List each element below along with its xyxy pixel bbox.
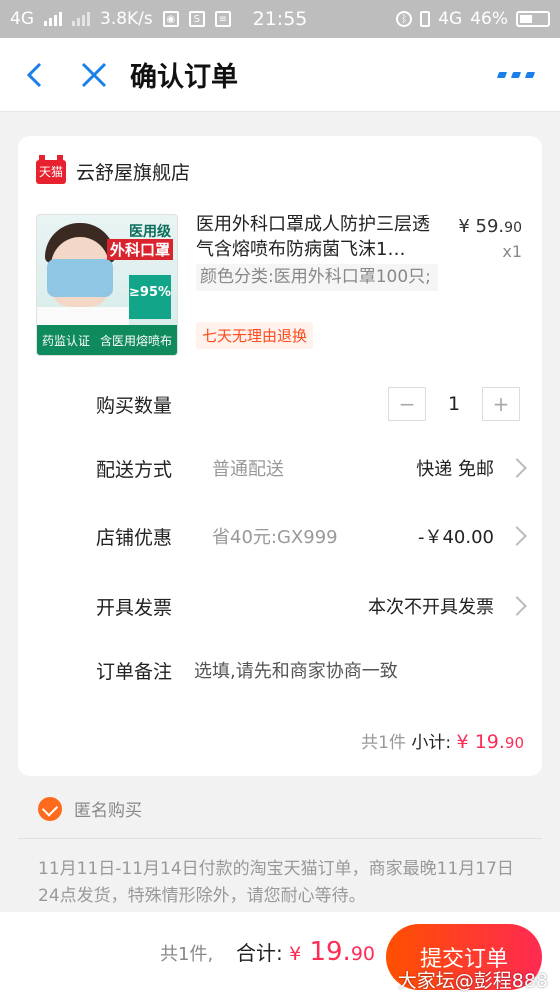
delivery-row[interactable]: 配送方式 普通配送 快递 免邮	[96, 448, 542, 488]
divider	[18, 838, 542, 839]
product-image[interactable]: 医用级 外科口罩 ≥95% 药监认证 含医用熔喷布	[36, 214, 178, 356]
watermark: 大家坛@彭程888	[397, 970, 548, 992]
image-label-grade: 医用级	[129, 224, 171, 240]
invoice-value: 本次不开具发票	[368, 597, 494, 618]
return-policy-tag: 七天无理由退换	[196, 322, 314, 349]
quantity-value[interactable]: 1	[426, 393, 482, 415]
total-count: 共1件,	[160, 944, 214, 965]
store-header[interactable]: 天猫 云舒屋旗舰店	[36, 154, 191, 185]
store-name: 云舒屋旗舰店	[76, 162, 191, 184]
total-price: ¥ 19.90	[289, 937, 375, 967]
close-icon[interactable]	[80, 61, 108, 89]
chevron-right-icon	[507, 526, 527, 546]
total-label: 合计:	[236, 941, 283, 965]
delivery-value: 快递 免邮	[416, 459, 494, 480]
coupon-code: 省40元:GX999	[212, 527, 338, 548]
subtotal-label: 小计:	[411, 733, 452, 753]
battery-icon	[516, 11, 550, 27]
delivery-label: 配送方式	[96, 458, 173, 481]
total-dec: 90	[350, 943, 376, 965]
image-label-bfe: ≥95%	[129, 275, 171, 319]
image-label-type: 外科口罩	[106, 239, 173, 260]
clock: 21:55	[252, 8, 308, 30]
status-bar: 4G 3.8K/s ◉ S ≡ 21:55 ᛒ 4G 46%	[0, 0, 560, 38]
subtotal: 共1件 小计: ¥ 19.90	[361, 728, 524, 753]
anonymous-purchase[interactable]: 匿名购买	[38, 796, 142, 821]
coupon-value: -￥40.00	[417, 527, 494, 548]
subtotal-price: ¥ 19.90	[457, 731, 524, 753]
product-quantity: x1	[502, 242, 522, 261]
anonymous-label: 匿名购买	[74, 801, 142, 821]
order-card: 天猫 云舒屋旗舰店 医用级 外科口罩 ≥95% 药监认证 含医用熔喷布 医用外科…	[18, 136, 542, 776]
coupon-label: 店铺优惠	[96, 526, 173, 549]
increase-button[interactable]: +	[482, 387, 520, 421]
price-dec: 90	[504, 220, 522, 236]
quantity-row: 购买数量 − 1 +	[96, 384, 542, 424]
quantity-stepper: − 1 +	[388, 387, 520, 421]
image-band-right: 含医用熔喷布	[99, 333, 172, 348]
image-band-left: 药监认证	[41, 333, 90, 348]
note-input[interactable]: 选填,请先和商家协商一致	[194, 657, 398, 683]
store-coupon-row[interactable]: 店铺优惠 省40元:GX999 -￥40.00	[96, 516, 542, 556]
subtotal-symbol: ¥	[456, 731, 469, 753]
chevron-right-icon	[507, 458, 527, 478]
total-int: 19.	[309, 937, 351, 967]
total: 合计: ¥ 19.90	[236, 937, 375, 967]
header: 确认订单	[0, 38, 560, 112]
decrease-button[interactable]: −	[388, 387, 426, 421]
more-icon[interactable]	[496, 72, 536, 78]
image-band: 药监认证 含医用熔喷布	[37, 325, 177, 355]
delivery-method: 普通配送	[212, 459, 284, 480]
invoice-row[interactable]: 开具发票 本次不开具发票	[96, 586, 542, 626]
price-symbol: ¥	[458, 216, 470, 237]
quantity-label: 购买数量	[96, 394, 173, 417]
tmall-logo: 天猫	[36, 154, 66, 184]
subtotal-int: 19.	[474, 731, 505, 753]
product-spec[interactable]: 颜色分类:医用外科口罩100只;	[196, 264, 438, 291]
total-symbol: ¥	[289, 943, 302, 965]
chevron-right-icon	[507, 596, 527, 616]
shipping-notice: 11月11日-11月14日付款的淘宝天猫订单，商家最晚11月17日24点发货，特…	[38, 859, 514, 906]
order-note-row: 订单备注 选填,请先和商家协商一致	[96, 650, 542, 690]
product-price: ¥ 59.90	[458, 216, 522, 237]
subtotal-dec: 90	[504, 734, 524, 752]
price-int: 59.	[475, 216, 505, 237]
checkbox-checked-icon[interactable]	[38, 796, 62, 821]
page-title: 确认订单	[130, 62, 238, 93]
product-title[interactable]: 医用外科口罩成人防护三层透气含熔喷布防病菌飞沫1…	[196, 212, 434, 262]
note-label: 订单备注	[96, 660, 173, 683]
invoice-label: 开具发票	[96, 596, 173, 619]
back-icon[interactable]	[22, 61, 50, 89]
subtotal-count: 共1件	[361, 733, 406, 753]
